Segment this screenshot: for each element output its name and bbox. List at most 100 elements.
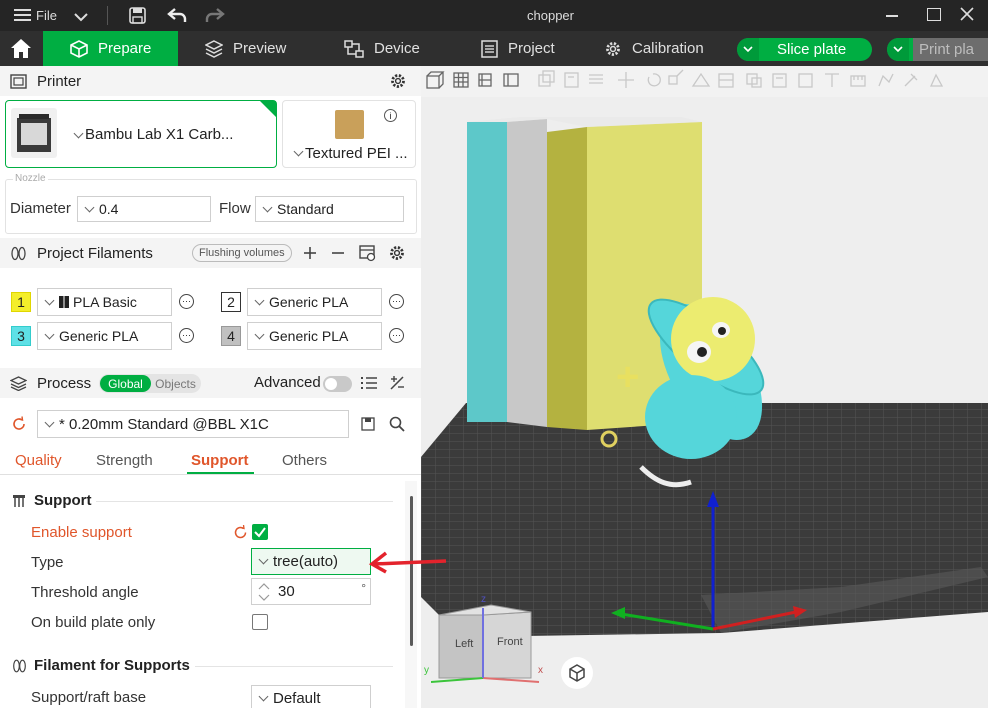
printer-card[interactable]: Bambu Lab X1 Carb...	[5, 100, 277, 168]
chevron-down-icon[interactable]	[74, 9, 88, 27]
filament-3-swatch[interactable]: 3	[11, 326, 31, 346]
plate-card[interactable]: i Textured PEI ...	[282, 100, 416, 168]
filament-4-swatch[interactable]: 4	[221, 326, 241, 346]
split-objects-icon[interactable]	[538, 70, 555, 87]
filament-2-more-icon[interactable]: ···	[389, 294, 404, 309]
tab-quality[interactable]: Quality	[15, 452, 62, 469]
spin-arrows-icon[interactable]	[255, 580, 273, 604]
plate-name[interactable]: Textured PEI ...	[305, 145, 408, 162]
global-toggle[interactable]: Global	[100, 375, 151, 392]
sync-ams-icon[interactable]	[358, 244, 376, 262]
orient-icon[interactable]	[478, 73, 492, 87]
file-menu[interactable]: File	[36, 8, 57, 23]
filament-settings-gear-icon[interactable]	[388, 244, 406, 262]
yellow-block-side	[547, 127, 587, 430]
tab-others[interactable]: Others	[282, 452, 327, 469]
flow-value: Standard	[277, 201, 334, 217]
gear-icon	[606, 41, 620, 56]
reset-icon[interactable]	[11, 416, 27, 432]
minimize-icon[interactable]	[886, 15, 898, 17]
chevron-down-icon	[44, 417, 55, 427]
tab-strength[interactable]: Strength	[96, 452, 153, 469]
tab-calibration[interactable]: Calibration	[604, 31, 704, 66]
objects-toggle[interactable]: Objects	[151, 375, 200, 392]
add-cube-icon[interactable]	[426, 71, 445, 89]
layers-menu-icon[interactable]	[589, 74, 603, 84]
build-plate-only-checkbox[interactable]	[252, 614, 268, 630]
filament-1-swatch[interactable]: 1	[11, 292, 31, 312]
tab-project[interactable]: Project	[481, 31, 555, 66]
info-icon[interactable]: i	[384, 109, 397, 122]
divider	[96, 501, 393, 502]
cut-icon[interactable]	[718, 73, 734, 88]
flushing-volumes-button[interactable]: Flushing volumes	[192, 244, 292, 262]
filament-3-more-icon[interactable]: ···	[179, 328, 194, 343]
close-icon[interactable]	[960, 7, 974, 26]
support-paint-icon[interactable]	[772, 73, 787, 88]
reset-view-button[interactable]	[561, 657, 593, 689]
advanced-switch[interactable]	[323, 376, 352, 392]
tab-support[interactable]: Support	[191, 452, 249, 469]
seam-paint-icon[interactable]	[798, 73, 813, 88]
move-icon[interactable]	[618, 72, 634, 88]
view-cube-front[interactable]: Front	[497, 636, 523, 648]
filament-2-swatch[interactable]: 2	[221, 292, 241, 312]
enable-support-checkbox[interactable]	[252, 524, 268, 540]
save-icon[interactable]	[129, 7, 146, 29]
mesh-boolean-icon[interactable]	[746, 73, 762, 88]
print-dropdown-chevron-icon[interactable]	[887, 38, 909, 61]
scale-icon[interactable]	[668, 69, 684, 85]
assembly-icon[interactable]	[878, 73, 894, 87]
split-parts-icon[interactable]	[564, 72, 579, 88]
3d-viewport[interactable]: + Left Front y x z	[421, 97, 988, 708]
undo-icon[interactable]	[167, 7, 187, 29]
threshold-angle-input[interactable]: 30 °	[251, 578, 371, 605]
flow-select[interactable]: Standard	[255, 196, 404, 222]
print-plate-button[interactable]: Print pla	[887, 38, 988, 61]
slice-plate-button[interactable]: Slice plate	[737, 38, 872, 61]
home-icon[interactable]	[10, 38, 32, 64]
diameter-select[interactable]: 0.4	[77, 196, 211, 222]
global-objects-toggle[interactable]: Global Objects	[99, 374, 201, 393]
chevron-down-icon	[254, 295, 265, 305]
tab-preview[interactable]: Preview	[205, 31, 286, 66]
support-raft-base-select[interactable]: Default	[251, 685, 371, 708]
text-icon[interactable]	[825, 73, 839, 87]
save-preset-icon[interactable]	[361, 417, 375, 431]
view-cube[interactable]: Left Front y x z	[424, 594, 561, 690]
slice-dropdown-chevron-icon[interactable]	[737, 38, 759, 61]
printer-dropdown-chevron-icon[interactable]	[73, 128, 84, 139]
arrange-icon[interactable]	[503, 73, 519, 87]
filament-1-select[interactable]: PLA Basic	[37, 288, 172, 316]
paint-icon[interactable]	[904, 73, 918, 87]
plate-dropdown-chevron-icon[interactable]	[293, 146, 304, 157]
filament-4-more-icon[interactable]: ···	[389, 328, 404, 343]
printer-settings-gear-icon[interactable]	[389, 72, 407, 90]
lay-on-face-icon[interactable]	[691, 72, 711, 87]
maximize-icon[interactable]	[927, 8, 941, 21]
rotate-icon[interactable]	[647, 73, 661, 87]
search-icon[interactable]	[389, 416, 405, 432]
filament-4-select[interactable]: Generic PLA	[247, 322, 382, 350]
filament-2-select[interactable]: Generic PLA	[247, 288, 382, 316]
filament-3-select[interactable]: Generic PLA	[37, 322, 172, 350]
tab-prepare[interactable]: Prepare	[43, 31, 178, 66]
redo-icon[interactable]	[205, 7, 225, 29]
filament-1-more-icon[interactable]: ···	[179, 294, 194, 309]
chopper-body	[645, 375, 737, 459]
support-type-select[interactable]: tree(auto)	[251, 548, 371, 575]
process-preset-select[interactable]: * 0.20mm Standard @BBL X1C	[37, 410, 349, 438]
reset-icon[interactable]	[233, 525, 248, 540]
grid-icon[interactable]	[453, 72, 469, 88]
tab-device[interactable]: Device	[344, 31, 420, 66]
hamburger-menu-icon[interactable]	[14, 8, 31, 27]
list-icon[interactable]	[361, 376, 377, 390]
brim-ears-icon[interactable]	[929, 73, 944, 87]
measure-icon[interactable]	[850, 75, 866, 87]
add-filament-icon[interactable]	[303, 246, 317, 260]
chevron-down-icon	[258, 691, 269, 702]
printer-name[interactable]: Bambu Lab X1 Carb...	[85, 126, 233, 143]
remove-filament-icon[interactable]	[331, 246, 345, 260]
compare-icon[interactable]	[389, 375, 405, 391]
view-cube-left[interactable]: Left	[455, 638, 473, 650]
